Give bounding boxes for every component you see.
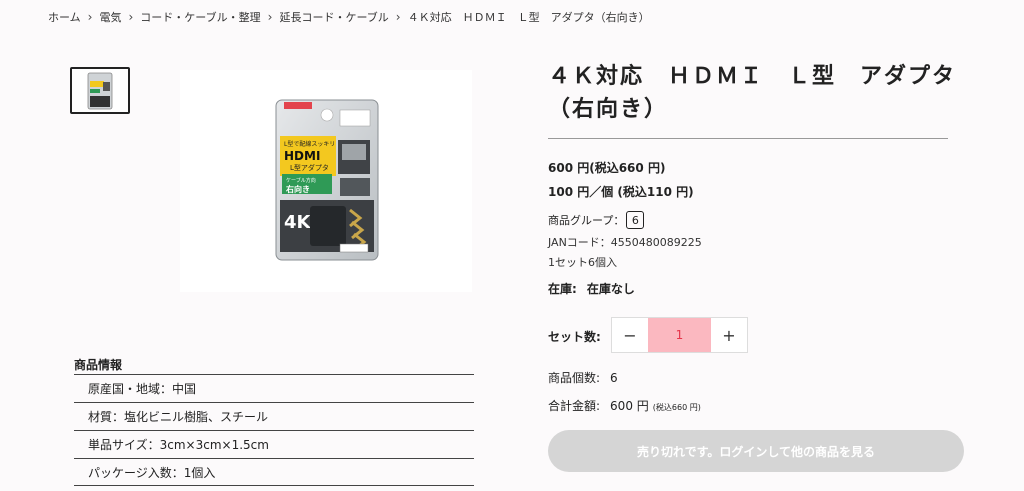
increment-button[interactable]: + bbox=[711, 318, 747, 352]
package-line2-text: L型アダプタ bbox=[290, 163, 329, 172]
package-line3-text: ケーブル方向 bbox=[286, 177, 316, 184]
product-package-thumb-image bbox=[87, 72, 113, 109]
unit-price: 100 円／個 (税込110 円) bbox=[548, 185, 694, 199]
product-main-image: L型で配線スッキリ HDMI L型アダプタ ケーブル方向 右向き 4K bbox=[180, 70, 472, 292]
decrement-button[interactable]: − bbox=[612, 318, 648, 352]
jan-code: JANコード：4550480089225 bbox=[548, 236, 702, 249]
item-count: 商品個数: 6 bbox=[548, 369, 618, 386]
breadcrumb-cords[interactable]: コード・ケーブル・整理 bbox=[140, 9, 260, 25]
breadcrumb-home[interactable]: ホーム bbox=[48, 9, 81, 25]
chevron-right-icon: › bbox=[267, 10, 273, 24]
quantity-label: セット数: bbox=[548, 330, 601, 344]
product-group: 商品グループ： 6 bbox=[548, 211, 645, 229]
quantity-stepper: − 1 + bbox=[611, 317, 748, 353]
breadcrumb: ホーム › 電気 › コード・ケーブル・整理 › 延長コード・ケーブル › ４Ｋ… bbox=[48, 9, 650, 25]
product-info-list: 原産国・地域：中国 材質：塩化ビニル樹脂、スチール 単品サイズ：3cm×3cm×… bbox=[74, 374, 474, 486]
title-divider bbox=[548, 138, 948, 139]
item-count-value: 6 bbox=[610, 371, 618, 385]
chevron-right-icon: › bbox=[128, 10, 134, 24]
breadcrumb-electric[interactable]: 電気 bbox=[99, 9, 121, 25]
package-brand-text: HDMI bbox=[284, 149, 320, 163]
total-tax: (税込660 円) bbox=[652, 403, 701, 412]
chevron-right-icon: › bbox=[87, 10, 93, 24]
set-info: 1セット6個入 bbox=[548, 256, 617, 269]
product-group-badge[interactable]: 6 bbox=[626, 211, 645, 229]
product-info-heading: 商品情報 bbox=[74, 358, 123, 372]
package-4k-text: 4K bbox=[284, 212, 312, 233]
page-title: ４Ｋ対応 ＨＤＭＩ Ｌ型 アダプタ（右向き） bbox=[548, 64, 957, 122]
total-value: 600 円 bbox=[610, 399, 649, 413]
stock-label: 在庫: bbox=[548, 282, 577, 296]
total-price: 合計金額: 600 円 (税込660 円) bbox=[548, 397, 701, 414]
product-group-label: 商品グループ： bbox=[548, 214, 625, 227]
stock-value: 在庫なし bbox=[586, 282, 635, 296]
info-row-material: 材質：塩化ビニル樹脂、スチール bbox=[74, 402, 474, 430]
quantity-input[interactable]: 1 bbox=[648, 318, 711, 352]
set-price: 600 円(税込660 円) bbox=[548, 161, 666, 175]
info-row-size: 単品サイズ：3cm×3cm×1.5cm bbox=[74, 430, 474, 458]
info-row-origin: 原産国・地域：中国 bbox=[74, 374, 474, 402]
package-line4-text: 右向き bbox=[285, 184, 310, 194]
sold-out-login-button[interactable]: 売り切れです。ログインして他の商品を見る bbox=[548, 430, 964, 472]
chevron-right-icon: › bbox=[395, 10, 401, 24]
product-package-image: L型で配線スッキリ HDMI L型アダプタ ケーブル方向 右向き 4K bbox=[275, 99, 379, 261]
product-thumbnail[interactable] bbox=[70, 67, 130, 114]
package-line1-text: L型で配線スッキリ bbox=[284, 140, 335, 148]
breadcrumb-current: ４Ｋ対応 ＨＤＭＩ Ｌ型 アダプタ（右向き） bbox=[407, 11, 650, 24]
total-label: 合計金額: bbox=[548, 399, 601, 413]
info-row-package-qty: パッケージ入数：1個入 bbox=[74, 458, 474, 486]
stock-status: 在庫: 在庫なし bbox=[548, 280, 635, 297]
item-count-label: 商品個数: bbox=[548, 371, 601, 385]
breadcrumb-extension[interactable]: 延長コード・ケーブル bbox=[279, 9, 388, 25]
